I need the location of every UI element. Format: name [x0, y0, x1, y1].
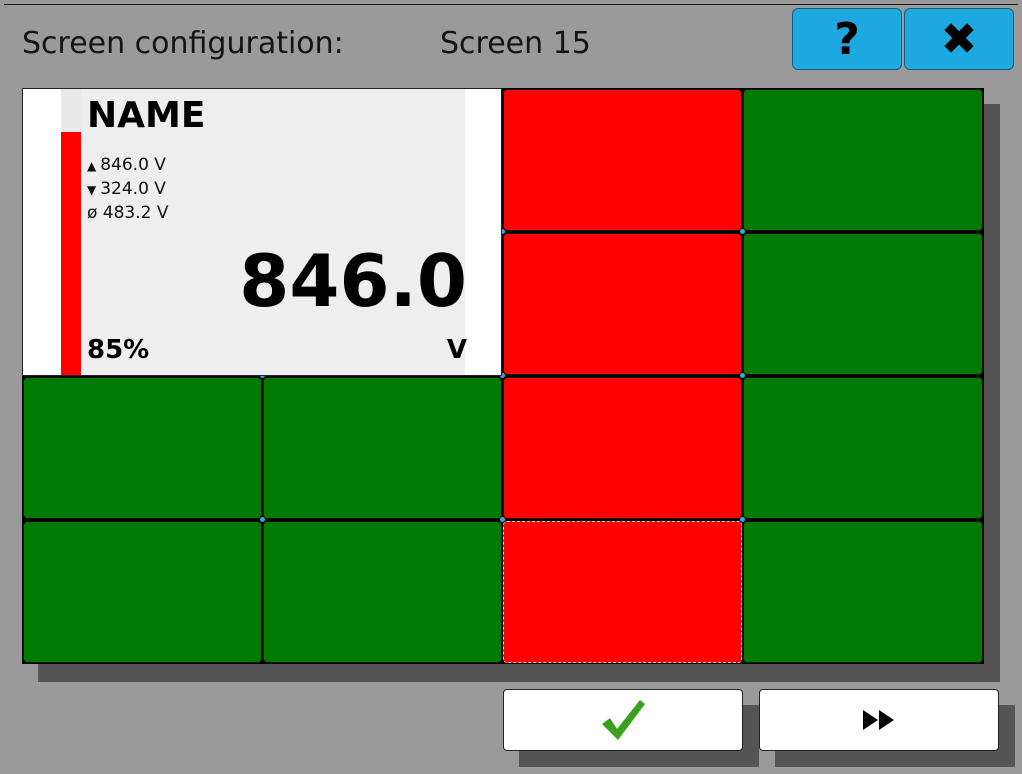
close-icon: ✖ — [940, 13, 978, 65]
grid-cell-r2c4[interactable] — [743, 233, 983, 375]
grid-cell-r3c3[interactable] — [503, 377, 742, 519]
screen-name: Screen 15 — [440, 26, 591, 61]
close-button[interactable]: ✖ — [904, 8, 1014, 70]
check-icon — [602, 700, 645, 740]
level-bar-fill — [61, 132, 81, 375]
help-button[interactable]: ? — [792, 8, 902, 70]
grid-joint — [740, 229, 745, 234]
grid-cell-r4c3-selected[interactable] — [503, 521, 742, 663]
next-button[interactable] — [759, 689, 999, 751]
widget-percent: 85% — [87, 335, 150, 365]
grid-cell-r3c2[interactable] — [263, 377, 502, 519]
grid-cell-r1c3[interactable] — [503, 89, 742, 231]
measurement-widget[interactable]: NAME ▲ 846.0 V ▼ 324.0 V ø 483.2 V 846.0 8… — [22, 88, 502, 376]
stat-max: ▲ 846.0 V — [87, 155, 166, 175]
grid-cell-r3c1[interactable] — [23, 377, 262, 519]
widget-name: NAME — [87, 95, 206, 136]
grid-joint — [740, 373, 745, 378]
grid-cell-r4c1[interactable] — [23, 521, 262, 663]
page-title: Screen configuration: — [22, 26, 344, 61]
widget-value: 846.0 — [239, 239, 467, 323]
grid-joint — [500, 517, 505, 522]
stat-avg-value: ø 483.2 V — [87, 203, 169, 223]
grid-cell-r3c4[interactable] — [743, 377, 983, 519]
grid-cell-r4c2[interactable] — [263, 521, 502, 663]
stat-avg: ø 483.2 V — [87, 203, 169, 223]
stat-min-value: 324.0 V — [100, 179, 166, 199]
confirm-button[interactable] — [503, 689, 743, 751]
stat-max-value: 846.0 V — [100, 155, 166, 175]
grid-cell-r4c4[interactable] — [743, 521, 983, 663]
widget-unit: V — [446, 335, 467, 365]
grid-cell-r1c4[interactable] — [743, 89, 983, 231]
frame-border — [4, 4, 1018, 5]
grid-joint — [740, 517, 745, 522]
grid-joint — [260, 517, 265, 522]
triangle-down-icon: ▼ — [87, 183, 97, 197]
grid-cell-r2c3[interactable] — [503, 233, 742, 375]
fast-forward-icon — [863, 710, 894, 730]
widget-panel: NAME ▲ 846.0 V ▼ 324.0 V ø 483.2 V 846.0 8… — [81, 89, 467, 375]
help-icon: ? — [834, 13, 860, 65]
stat-min: ▼ 324.0 V — [87, 179, 166, 199]
triangle-up-icon: ▲ — [87, 159, 97, 173]
